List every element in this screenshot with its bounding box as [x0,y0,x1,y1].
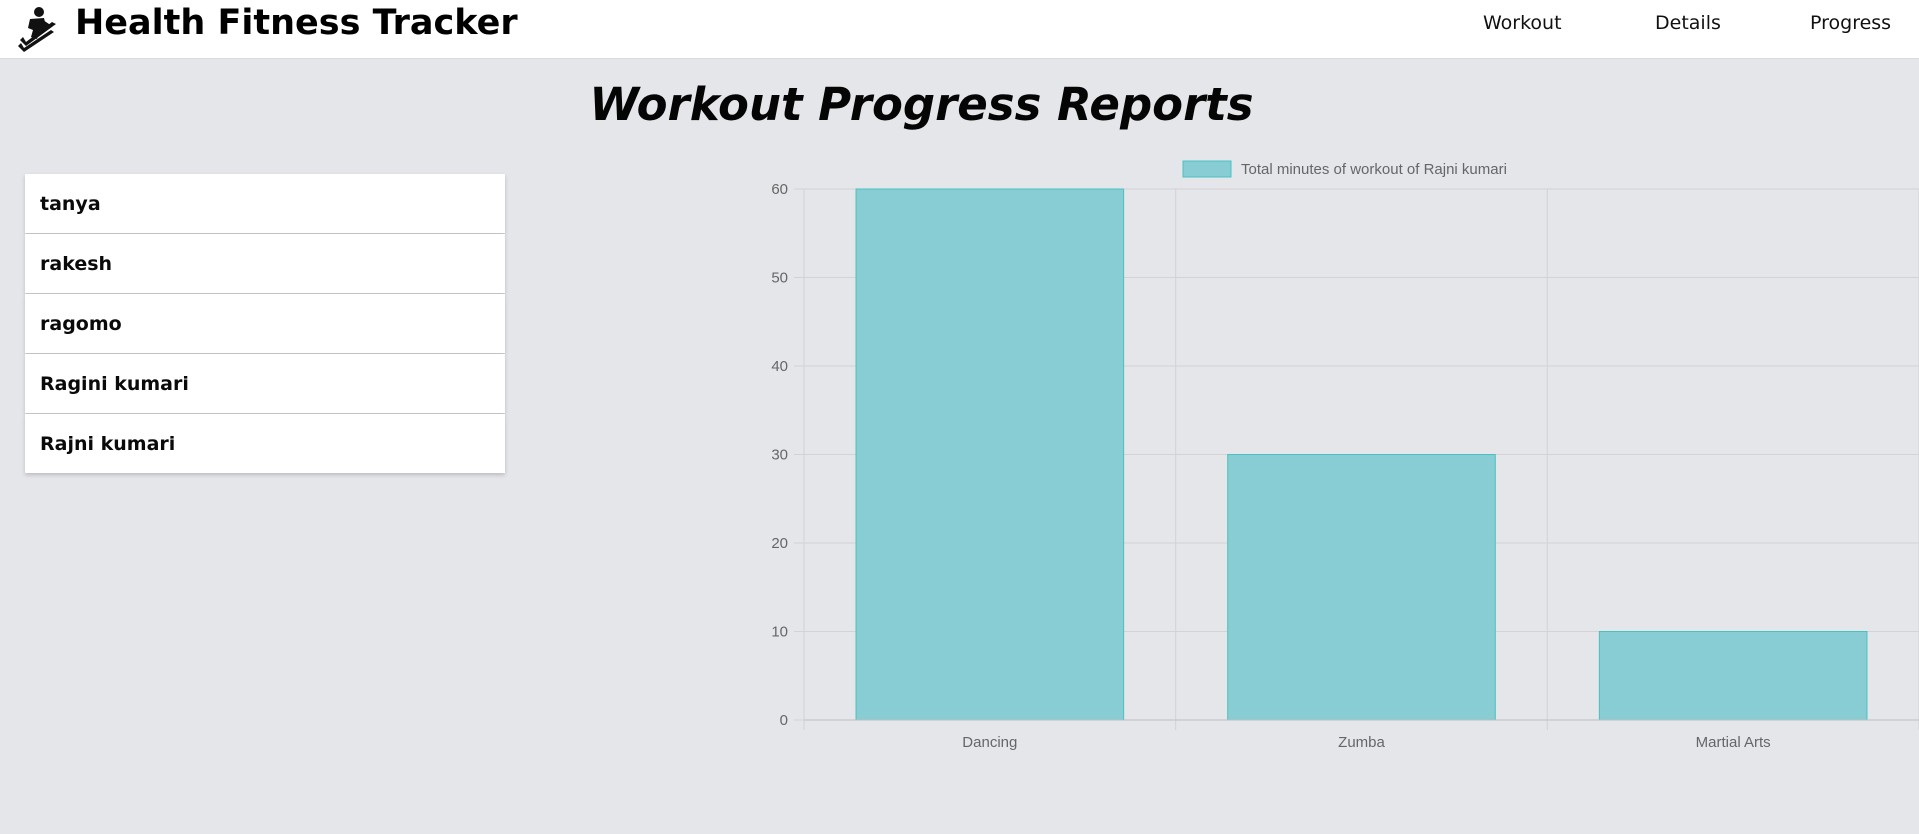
user-list: tanya rakesh ragomo Ragini kumari Rajni … [25,174,505,474]
user-item-tanya[interactable]: tanya [25,174,505,233]
x-tick-label: Zumba [1338,734,1385,751]
page-title: Workout Progress Reports [0,78,1919,131]
navbar: Health Fitness Tracker Workout Details P… [0,0,1919,59]
legend-label[interactable]: Total minutes of workout of Rajni kumari [1241,161,1507,178]
bar-dancing[interactable] [855,188,1125,721]
nav-details-link[interactable]: Details [1655,12,1721,34]
progress-bar-chart: 0 10 20 30 40 50 60 Dancing Zumba Martial Arts Tot… [771,160,1919,751]
x-tick-label: Dancing [962,734,1017,751]
y-tick-label: 40 [771,358,788,375]
y-tick-label: 60 [771,181,788,198]
user-item-rajni-kumari[interactable]: Rajni kumari [25,414,505,473]
fitness-runner-logo-icon[interactable] [16,6,58,52]
app-title[interactable]: Health Fitness Tracker [75,3,518,43]
bar-zumba[interactable] [1227,454,1496,721]
y-tick-label: 50 [771,270,788,287]
user-item-rakesh[interactable]: rakesh [25,234,505,293]
nav-workout-link[interactable]: Workout [1483,12,1562,34]
user-item-ragini-kumari[interactable]: Ragini kumari [25,354,505,413]
y-tick-label: 30 [771,447,788,464]
bar-martial-arts[interactable] [1598,631,1868,721]
nav-progress-link[interactable]: Progress [1810,12,1891,34]
x-tick-label: Martial Arts [1696,734,1771,751]
progress-chart: 0 10 20 30 40 50 60 Dancing Zumba Martial Arts Tot… [740,150,1919,770]
y-tick-label: 10 [771,624,788,641]
page-title-text: Workout Progress Reports [589,78,1254,131]
user-item-ragomo[interactable]: ragomo [25,294,505,353]
y-tick-label: 0 [780,712,788,729]
y-tick-label: 20 [771,535,788,552]
legend-swatch[interactable] [1182,160,1232,178]
